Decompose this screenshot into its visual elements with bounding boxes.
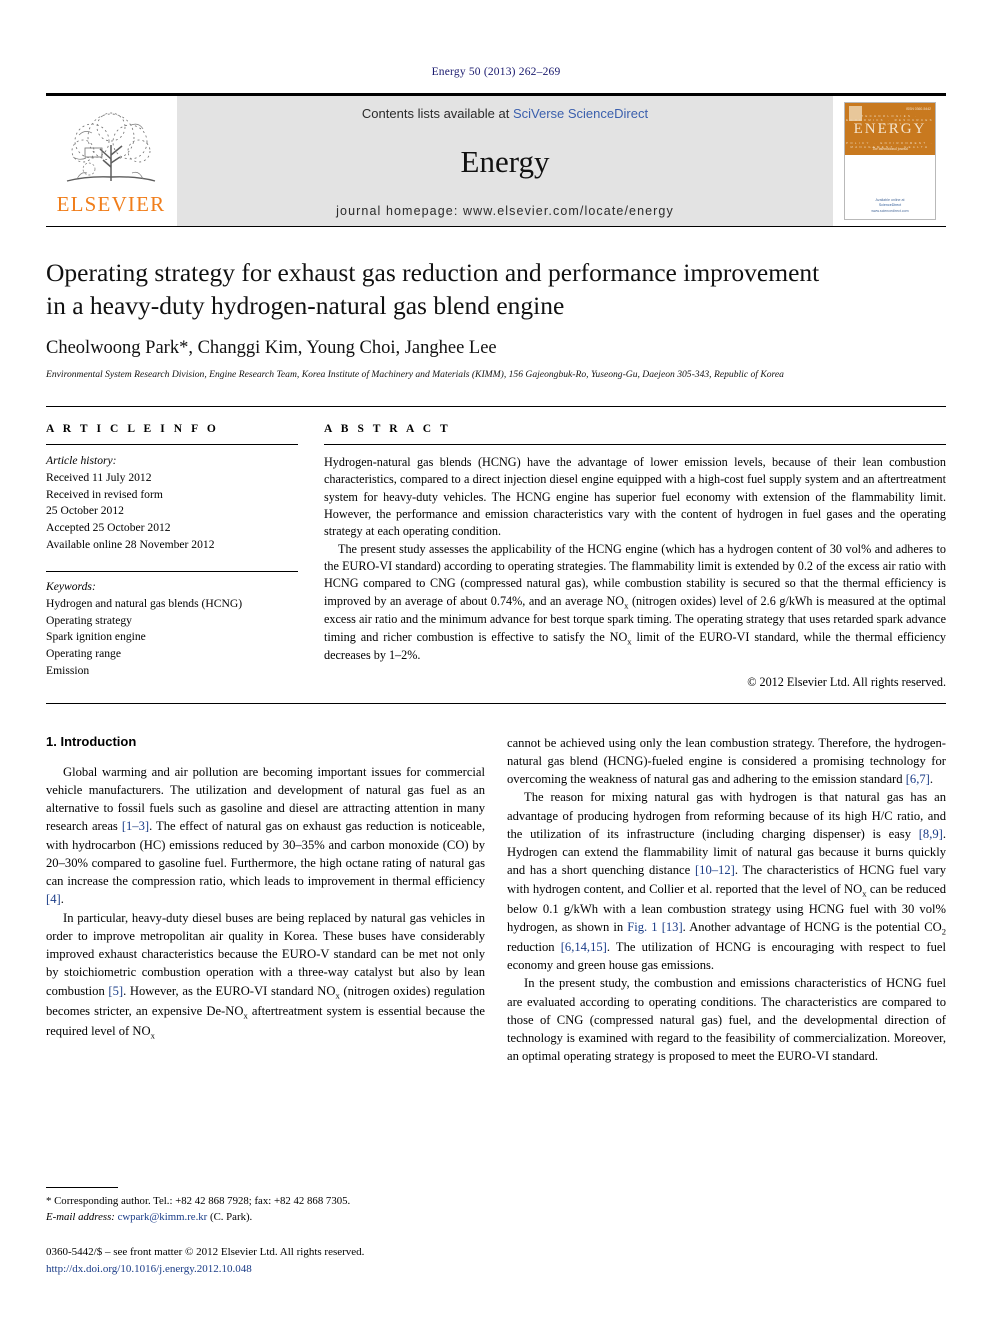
cover-sciencedirect-brand: ScienceDirect: [878, 203, 902, 208]
abstract-paragraph-2: The present study assesses the applicabi…: [324, 541, 946, 665]
cover-footer: Available online at ScienceDirect www.sc…: [845, 198, 935, 214]
intro-rp1-a: cannot be achieved using only the lean c…: [507, 735, 946, 787]
footnote-area: * Corresponding author. Tel.: +82 42 868…: [46, 1187, 485, 1277]
abstract-heading: A B S T R A C T: [324, 423, 451, 436]
cover-available-text: Available online at: [875, 197, 905, 202]
page-title: Operating strategy for exhaust gas reduc…: [46, 257, 946, 322]
author-list: Cheolwoong Park*, Changgi Kim, Young Cho…: [46, 338, 497, 359]
article-info-column: A R T I C L E I N F O Article history: R…: [46, 423, 298, 690]
cover-url: www.sciencedirect.com: [871, 208, 909, 213]
keywords-block: Keywords: Hydrogen and natural gas blend…: [46, 571, 298, 679]
intro-right-paragraph-2: The reason for mixing natural gas with h…: [507, 788, 946, 974]
cover-title: ENERGY: [853, 121, 927, 137]
footnote-rule: [46, 1187, 118, 1189]
article-info-heading: A R T I C L E I N F O: [46, 423, 219, 436]
keyword-item: Hydrogen and natural gas blends (HCNG): [46, 596, 243, 610]
intro-p1-c: .: [60, 892, 64, 907]
history-item: Accepted 25 October 2012: [46, 520, 171, 534]
elsevier-tree-icon: [59, 111, 163, 193]
contents-prefix: Contents lists available at: [361, 106, 513, 121]
article-history-label: Article history:: [46, 454, 117, 468]
history-item: Received 11 July 2012: [46, 470, 152, 484]
intro-right-paragraph-3: In the present study, the combustion and…: [507, 976, 946, 1064]
sciencedirect-link[interactable]: SciVerse ScienceDirect: [513, 106, 648, 121]
email-suffix: (C. Park).: [207, 1210, 253, 1223]
running-head: Energy 50 (2013) 262–269: [431, 66, 561, 78]
intro-left-text: Global warming and air pollution are bec…: [46, 763, 485, 1042]
journal-homepage-link[interactable]: journal homepage: www.elsevier.com/locat…: [336, 204, 674, 218]
citation-6-7[interactable]: [6,7]: [906, 772, 930, 786]
elsevier-logo: ELSEVIER: [46, 96, 176, 226]
body-column-right: cannot be achieved using only the lean c…: [507, 734, 946, 1066]
keywords-label: Keywords:: [46, 580, 96, 594]
abstract-copyright: © 2012 Elsevier Ltd. All rights reserved…: [747, 674, 946, 689]
body-columns: 1. Introduction Global warming and air p…: [46, 734, 946, 1066]
corresponding-author-note: * Corresponding author. Tel.: +82 42 868…: [46, 1195, 351, 1208]
intro-rp1-b: .: [929, 772, 933, 787]
abstract-paragraph-1: Hydrogen-natural gas blends (HCNG) have …: [324, 455, 946, 539]
keyword-item: Operating strategy: [46, 613, 132, 627]
journal-masthead: ELSEVIER Contents lists available at Sci…: [46, 93, 946, 226]
title-line-1: Operating strategy for exhaust gas reduc…: [46, 258, 820, 287]
intro-paragraph-1: Global warming and air pollution are bec…: [46, 763, 485, 909]
elsevier-wordmark: ELSEVIER: [56, 192, 166, 216]
nox-subscript: x: [150, 1030, 155, 1041]
email-note: E-mail address: cwpark@kimm.re.kr (C. Pa…: [46, 1210, 485, 1225]
intro-rp2-g: reduction: [507, 939, 561, 954]
history-item: Received in revised form: [46, 487, 163, 501]
doi-link[interactable]: http://dx.doi.org/10.1016/j.energy.2012.…: [46, 1261, 485, 1278]
citation-1-3[interactable]: [1–3]: [122, 819, 149, 833]
section-heading-introduction: 1. Introduction: [46, 733, 137, 749]
citation-4[interactable]: [4]: [46, 892, 61, 906]
intro-paragraph-2: In particular, heavy-duty diesel buses a…: [46, 909, 485, 1042]
email-label: E-mail address:: [46, 1210, 115, 1223]
history-item: Available online 28 November 2012: [46, 537, 215, 551]
footnote-text: * Corresponding author. Tel.: +82 42 868…: [46, 1194, 485, 1225]
intro-right-text: cannot be achieved using only the lean c…: [507, 734, 946, 1066]
journal-cover-thumbnail: ISSN 0360-5442 TECHNOLOGIES · ECONOMICS …: [833, 96, 946, 226]
journal-title: Energy: [460, 144, 550, 179]
intro-rp2-a: The reason for mixing natural gas with h…: [507, 790, 946, 841]
article-info-rule: [46, 444, 298, 446]
cover-subtitle: The international journal: [872, 147, 908, 151]
journal-banner: Contents lists available at SciVerse Sci…: [176, 96, 833, 226]
title-line-2: in a heavy-duty hydrogen-natural gas ble…: [46, 290, 565, 320]
figure-1-reference[interactable]: Fig. 1: [627, 920, 657, 934]
issn-block: 0360-5442/$ – see front matter © 2012 El…: [46, 1244, 485, 1277]
history-item: 25 October 2012: [46, 504, 124, 518]
keyword-item: Operating range: [46, 647, 122, 661]
intro-right-paragraph-1: cannot be achieved using only the lean c…: [507, 734, 946, 789]
keyword-item: Spark ignition engine: [46, 630, 146, 644]
body-column-left: 1. Introduction Global warming and air p…: [46, 734, 485, 1066]
info-abstract-section: A R T I C L E I N F O Article history: R…: [46, 406, 946, 690]
abstract-body: Hydrogen-natural gas blends (HCNG) have …: [324, 454, 946, 665]
email-link[interactable]: cwpark@kimm.re.kr: [118, 1211, 208, 1223]
citation-5[interactable]: [5]: [108, 984, 123, 998]
abstract-rule: [324, 444, 946, 446]
article-history: Article history: Received 11 July 2012 R…: [46, 453, 298, 553]
contents-available-line: Contents lists available at SciVerse Sci…: [362, 106, 648, 121]
keywords-rule: [46, 571, 298, 573]
cover-image: ISSN 0360-5442 TECHNOLOGIES · ECONOMICS …: [844, 102, 936, 220]
citation-6-14-15[interactable]: [6,14,15]: [561, 940, 607, 954]
cover-top-band: ISSN 0360-5442 TECHNOLOGIES · ECONOMICS …: [845, 103, 935, 155]
paper-page: Energy 50 (2013) 262–269 ELSEVIER Conten…: [0, 0, 992, 1323]
intro-p2-b: . However, as the EURO-VI standard NO: [123, 983, 336, 998]
title-block: Operating strategy for exhaust gas reduc…: [46, 227, 946, 382]
citation-10-12[interactable]: [10–12]: [695, 863, 735, 877]
citation-13[interactable]: [13]: [662, 920, 683, 934]
citation-8-9[interactable]: [8,9]: [919, 827, 943, 841]
issn-line: 0360-5442/$ – see front matter © 2012 El…: [46, 1246, 365, 1258]
co2-subscript: 2: [941, 926, 946, 937]
affiliation: Environmental System Research Division, …: [46, 369, 784, 381]
keyword-item: Emission: [46, 663, 90, 677]
intro-rp2-f: . Another advantage of HCNG is the poten…: [682, 919, 942, 934]
abstract-bottom-rule: [46, 702, 946, 704]
abstract-column: A B S T R A C T Hydrogen-natural gas ble…: [324, 423, 946, 690]
cover-issue-code: ISSN 0360-5442: [905, 107, 931, 111]
